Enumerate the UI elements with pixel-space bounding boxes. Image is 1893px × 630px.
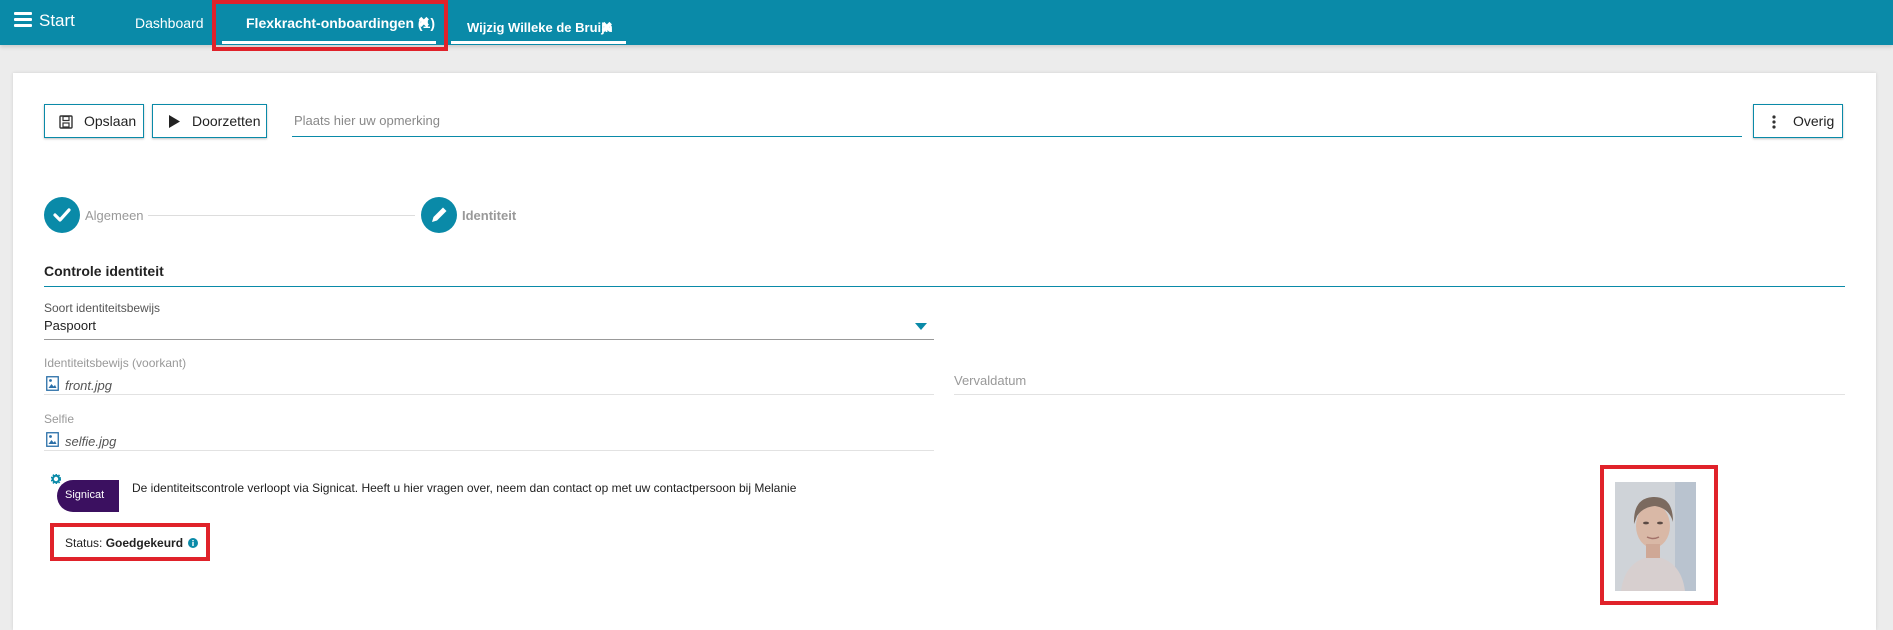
start-link[interactable]: Start [39, 11, 75, 31]
front-underline [44, 394, 934, 395]
passport-photo[interactable] [1615, 482, 1696, 591]
check-icon [53, 208, 71, 222]
tab-flexkracht-onboardingen[interactable]: Flexkracht-onboardingen (1) ✖ [222, 0, 436, 44]
id-type-label: Soort identiteitsbewijs [44, 301, 161, 315]
expiry-underline [954, 394, 1845, 395]
tab-dashboard[interactable]: Dashboard [135, 15, 204, 31]
more-button[interactable]: Overig [1753, 104, 1843, 138]
expiry-label[interactable]: Vervaldatum [954, 373, 1026, 388]
floppy-disk-icon [59, 115, 73, 129]
step-algemeen-label[interactable]: Algemeen [85, 208, 144, 223]
signicat-logo-text: Signicat [65, 489, 105, 501]
close-tab-icon[interactable]: ✖ [418, 14, 430, 31]
dropdown-arrow-icon[interactable] [915, 323, 927, 331]
top-bar: Start Dashboard Flexkracht-onboardingen … [0, 0, 1893, 45]
image-file-icon [46, 432, 59, 447]
step-algemeen-circle[interactable] [44, 197, 80, 233]
forward-label: Doorzetten [192, 113, 261, 129]
save-label: Opslaan [84, 113, 137, 129]
save-button[interactable]: Opslaan [44, 104, 144, 138]
section-divider [44, 286, 1845, 287]
tab-label: Wijzig Willeke de Bruijn [467, 20, 613, 35]
tab-label: Flexkracht-onboardingen (1) [246, 15, 436, 31]
pencil-icon [432, 207, 447, 222]
id-type-underline [44, 339, 934, 340]
forward-button[interactable]: Doorzetten [152, 104, 267, 138]
main-card: Opslaan Doorzetten Plaats hier uw opmerk… [13, 73, 1876, 630]
front-file-link[interactable]: front.jpg [65, 378, 112, 393]
vertical-dots-icon [1772, 115, 1776, 129]
play-icon [169, 115, 180, 128]
selfie-file-link[interactable]: selfie.jpg [65, 434, 116, 449]
step-identiteit-circle[interactable] [421, 197, 457, 233]
selfie-label: Selfie [44, 412, 75, 426]
hamburger-menu-icon[interactable] [14, 12, 32, 28]
signicat-info-text: De identiteitscontrole verloopt via Sign… [132, 481, 797, 495]
signicat-logo: Signicat [57, 480, 119, 512]
step-identiteit-label[interactable]: Identiteit [462, 208, 516, 223]
id-type-select[interactable]: Paspoort [44, 318, 96, 333]
status-label: Status: [65, 536, 103, 550]
status-line: Status: Goedgekeurd [65, 536, 199, 550]
close-tab-icon[interactable]: ✖ [601, 19, 613, 36]
image-file-icon [46, 376, 59, 391]
step-connector [148, 215, 415, 216]
more-label: Overig [1793, 113, 1835, 129]
status-value: Goedgekeurd [105, 536, 184, 550]
remark-input[interactable]: Plaats hier uw opmerking [292, 102, 1742, 137]
section-title: Controle identiteit [44, 263, 164, 279]
front-id-label: Identiteitsbewijs (voorkant) [44, 356, 187, 370]
info-icon[interactable] [188, 538, 199, 548]
tab-wijzig-willeke[interactable]: Wijzig Willeke de Bruijn ✖ [451, 0, 626, 44]
selfie-underline [44, 450, 934, 451]
